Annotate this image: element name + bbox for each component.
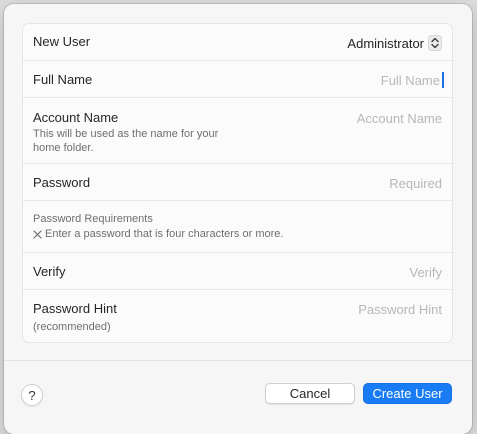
verify-row: Verify xyxy=(23,253,452,290)
account-name-row: Account Name This will be used as the na… xyxy=(23,98,452,164)
password-requirement-text: Enter a password that is four characters… xyxy=(45,228,284,240)
account-name-description-line1: This will be used as the name for your xyxy=(33,128,219,140)
password-row: Password xyxy=(23,164,452,201)
password-hint-field[interactable] xyxy=(262,300,442,318)
password-requirements-row: Password Requirements Enter a password t… xyxy=(23,201,452,253)
new-user-row: New User Administrator xyxy=(23,24,452,61)
new-user-label: New User xyxy=(33,34,91,49)
help-button[interactable]: ? xyxy=(21,384,43,406)
text-cursor xyxy=(442,72,444,88)
account-name-description-line2: home folder. xyxy=(33,142,94,154)
account-name-field[interactable] xyxy=(262,109,442,127)
password-hint-note: (recommended) xyxy=(33,321,111,333)
account-type-popup[interactable]: Administrator xyxy=(347,34,442,52)
cancel-button[interactable]: Cancel xyxy=(265,383,355,404)
account-name-label: Account Name xyxy=(33,110,119,125)
up-down-chevrons-icon xyxy=(428,35,442,51)
verify-field[interactable] xyxy=(262,263,442,281)
password-hint-row: Password Hint (recommended) xyxy=(23,290,452,342)
footer-divider xyxy=(4,360,472,361)
password-requirement-item: Enter a password that is four characters… xyxy=(33,227,283,241)
password-label: Password xyxy=(33,175,91,190)
full-name-label: Full Name xyxy=(33,72,93,87)
create-user-button[interactable]: Create User xyxy=(363,383,452,404)
user-form-group: New User Administrator Full Name Account… xyxy=(22,23,453,343)
full-name-field[interactable] xyxy=(260,71,440,89)
password-field[interactable] xyxy=(262,174,442,192)
account-type-value: Administrator xyxy=(347,35,424,51)
password-hint-label: Password Hint xyxy=(33,301,117,316)
x-mark-icon xyxy=(33,229,42,239)
new-user-sheet: New User Administrator Full Name Account… xyxy=(4,4,472,434)
verify-label: Verify xyxy=(33,264,66,279)
full-name-row: Full Name xyxy=(23,61,452,98)
password-requirements-title: Password Requirements xyxy=(33,213,153,225)
